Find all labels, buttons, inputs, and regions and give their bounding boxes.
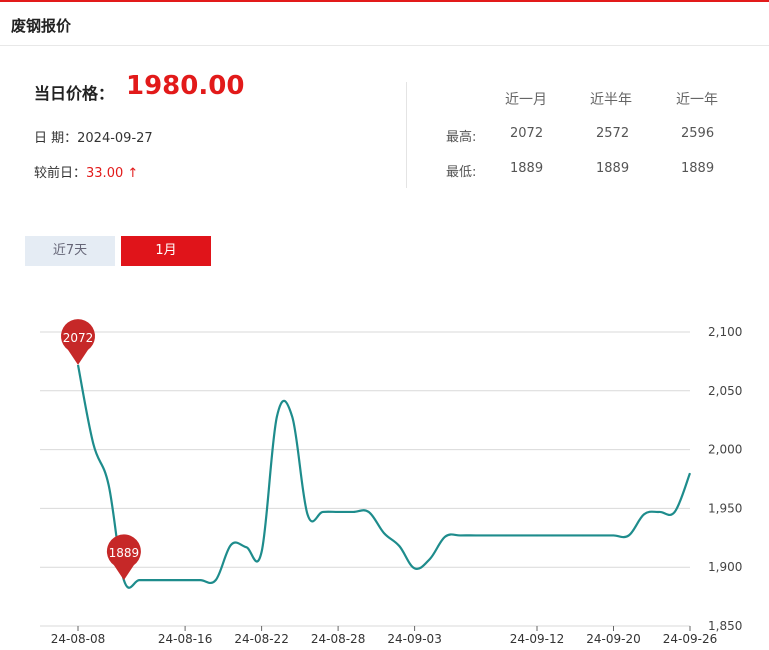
data-point [306,513,308,515]
marker-label: 1889 [109,546,140,560]
data-point [398,545,400,547]
data-point [490,534,492,536]
x-tick-label: 24-09-12 [510,632,564,646]
x-tick-label: 24-09-20 [586,632,640,646]
tab-1-month[interactable]: 1月 [121,236,211,266]
data-point [322,511,324,513]
y-tick-label: 2,000 [708,443,742,457]
x-tick-label: 24-08-22 [234,632,288,646]
value-marker: 1889 [106,534,141,581]
stats-cell: 1889 [510,161,544,176]
data-point [383,532,385,534]
data-point [184,579,186,581]
value-marker: 2072 [60,319,95,365]
data-point [444,535,446,537]
x-tick-label: 24-09-26 [663,632,717,646]
stats-col-header: 近半年 [590,92,632,108]
y-tick-label: 2,100 [708,325,742,339]
header-bar: 废钢报价 [0,2,769,46]
data-point [92,443,94,445]
stats-col-header: 近一年 [676,92,718,108]
data-point [475,534,477,536]
data-point [536,534,538,536]
price-label: 当日价格： [34,84,115,103]
data-point [107,484,109,486]
stats-col-header: 近一月 [505,92,547,108]
data-point [276,415,278,417]
date-value: 2024-09-27 [77,131,153,146]
marker-label: 2072 [63,331,94,345]
data-point [674,511,676,513]
data-point [291,415,293,417]
data-point [628,534,630,536]
data-point [505,534,507,536]
data-point [429,558,431,560]
data-point [643,513,645,515]
data-point [169,579,171,581]
data-point [230,544,232,546]
data-point [689,472,691,474]
stats-cell: 2596 [681,126,715,141]
stats-row-label-min: 最低: [446,165,477,180]
summary-divider [406,82,407,188]
stats-row-label-max: 最高: [446,130,477,145]
data-point [337,511,339,513]
stats-cell: 2572 [596,126,630,141]
x-tick-label: 24-08-08 [51,632,105,646]
data-point [413,567,415,569]
data-point [138,579,140,581]
price-value: 1980.00 [126,71,245,101]
data-point [612,534,614,536]
change-value: 33.00 ↑ [86,166,139,181]
y-tick-label: 1,900 [708,560,742,574]
data-point [352,511,354,513]
data-point [215,579,217,581]
x-tick-label: 24-08-28 [311,632,365,646]
change-label: 较前日： [34,166,87,181]
y-tick-label: 2,050 [708,384,742,398]
data-point [459,534,461,536]
y-tick-label: 1,850 [708,619,742,633]
y-tick-label: 1,950 [708,501,742,515]
data-point [597,534,599,536]
x-tick-label: 24-08-16 [158,632,212,646]
data-point [566,534,568,536]
data-point [245,546,247,548]
date-row: 日 期：2024-09-27 [34,127,153,146]
data-point [521,534,523,536]
data-point [551,534,553,536]
price-line-chart: 2,100 2,050 2,000 1,950 1,900 1,850 24-08-08 2… [40,319,742,646]
data-point [260,551,262,553]
tab-7-days[interactable]: 近7天 [25,236,115,266]
stats-cell: 2072 [510,126,544,141]
data-point [582,534,584,536]
series-line [76,364,692,589]
data-point [658,511,660,513]
data-point [153,579,155,581]
stats-cell: 1889 [596,161,630,176]
x-tick-label: 24-09-03 [387,632,441,646]
date-label: 日 期： [34,131,78,146]
data-point [368,511,370,513]
stats-cell: 1889 [681,161,715,176]
data-point [199,579,201,581]
page-title: 废钢报价 [11,17,72,35]
change-row: 较前日：33.00 ↑ [34,162,138,181]
